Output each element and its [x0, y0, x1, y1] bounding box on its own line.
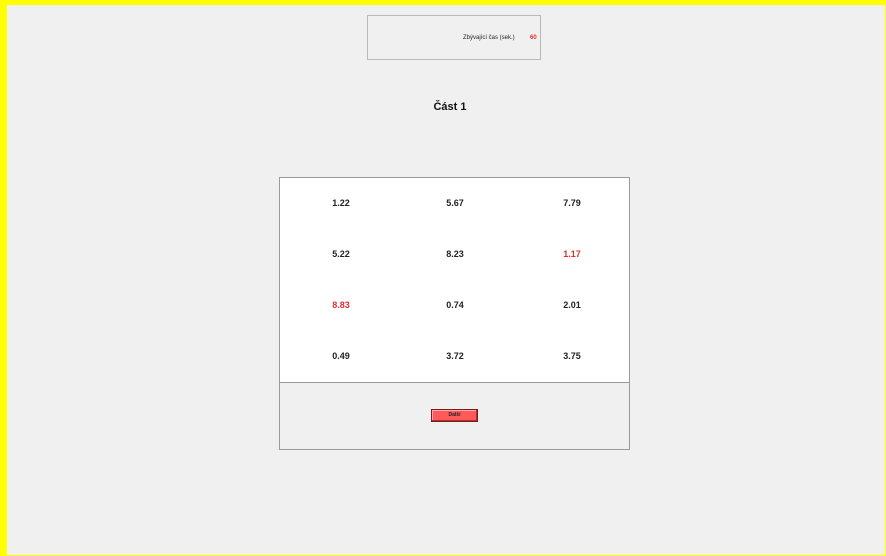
grid-cell-r2-c3[interactable]: 1.17 [532, 249, 612, 259]
grid-cell-r3-c1[interactable]: 8.83 [301, 300, 381, 310]
number-grid-panel: 1.22 5.67 7.79 5.22 8.23 1.17 8.83 0.74 … [279, 177, 630, 450]
next-button[interactable]: Další [431, 409, 478, 422]
grid-cell-r4-c1[interactable]: 0.49 [301, 351, 381, 361]
timer-value: 60 [530, 35, 537, 41]
grid-cell-r3-c2[interactable]: 0.74 [415, 300, 495, 310]
grid-cell-r1-c3[interactable]: 7.79 [532, 198, 612, 208]
timer-label: Zbývající čas (sek.) [463, 35, 515, 41]
grid-cell-r4-c2[interactable]: 3.72 [415, 351, 495, 361]
grid-cell-r4-c3[interactable]: 3.75 [532, 351, 612, 361]
timer-panel: Zbývající čas (sek.) 60 [367, 15, 541, 60]
grid-cell-r2-c1[interactable]: 5.22 [301, 249, 381, 259]
window-frame: Zbývající čas (sek.) 60 Část 1 1.22 5.67… [0, 0, 886, 556]
grid-cell-r3-c3[interactable]: 2.01 [532, 300, 612, 310]
part-title: Část 1 [433, 101, 467, 113]
grid-cell-r1-c2[interactable]: 5.67 [415, 198, 495, 208]
grid-cell-r1-c1[interactable]: 1.22 [301, 198, 381, 208]
grid-cell-r2-c2[interactable]: 8.23 [415, 249, 495, 259]
number-grid: 1.22 5.67 7.79 5.22 8.23 1.17 8.83 0.74 … [280, 178, 629, 383]
